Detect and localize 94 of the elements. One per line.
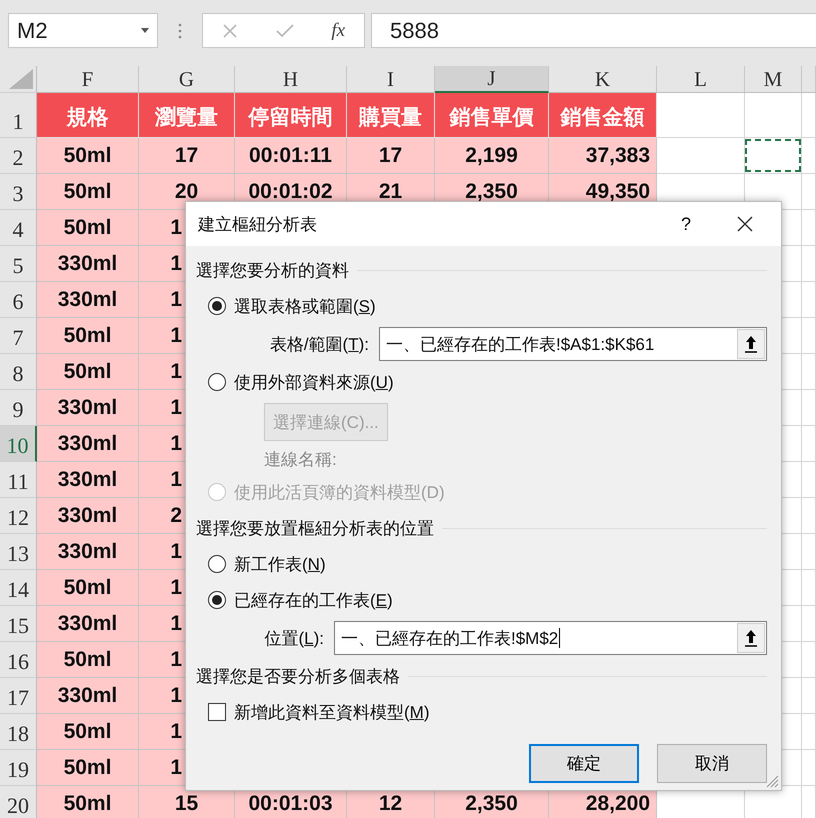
row-header[interactable]: 4 <box>0 210 37 246</box>
row-header[interactable]: 9 <box>0 390 37 426</box>
table-cell: 330ml <box>37 462 139 498</box>
column-title: 購買量 <box>347 93 435 138</box>
row-header[interactable]: 15 <box>0 606 37 642</box>
cancel-button[interactable]: 取消 <box>657 744 767 783</box>
table-cell: 50ml <box>37 750 139 786</box>
table-cell: 2,199 <box>435 138 549 174</box>
table-cell: 17 <box>139 138 235 174</box>
drag-handle-icon[interactable] <box>178 23 182 39</box>
range-field[interactable]: 一、已經存在的工作表!$A$1:$K$61 <box>379 327 767 361</box>
table-cell <box>802 570 816 606</box>
table-cell <box>802 642 816 678</box>
column-title: 規格 <box>37 93 139 138</box>
table-cell: 50ml <box>37 714 139 750</box>
row-header[interactable]: 3 <box>0 174 37 210</box>
ok-button[interactable]: 確定 <box>529 744 639 783</box>
table-cell <box>745 786 802 818</box>
help-button[interactable]: ? <box>680 214 691 234</box>
table-cell: 50ml <box>37 642 139 678</box>
column-title: 銷售金額 <box>549 93 657 138</box>
table-cell <box>802 534 816 570</box>
column-title: 停留時間 <box>235 93 347 138</box>
radio-icon[interactable] <box>208 297 226 315</box>
table-cell <box>802 174 816 210</box>
table-cell <box>802 246 816 282</box>
table-cell: 50ml <box>37 174 139 210</box>
row-header[interactable]: 1 <box>0 93 37 138</box>
row-header[interactable]: 6 <box>0 282 37 318</box>
formula-input[interactable]: 5888 <box>371 13 816 48</box>
table-cell <box>802 786 816 818</box>
name-box[interactable]: M2 <box>8 13 158 48</box>
table-cell: 330ml <box>37 498 139 534</box>
table-cell: 330ml <box>37 678 139 714</box>
row-header[interactable]: 19 <box>0 750 37 786</box>
row-header[interactable]: 18 <box>0 714 37 750</box>
caret-icon <box>141 28 149 33</box>
table-cell <box>802 210 816 246</box>
column-title: 瀏覽量 <box>139 93 235 138</box>
table-cell: 50ml <box>37 354 139 390</box>
column-header[interactable]: J <box>435 66 549 93</box>
column-title: 銷售單價 <box>435 93 549 138</box>
radio-icon[interactable] <box>208 591 226 609</box>
row-header[interactable]: 10 <box>0 426 37 462</box>
insert-function-button[interactable]: fx <box>331 20 346 42</box>
row-header[interactable]: 2 <box>0 138 37 174</box>
checkbox-icon[interactable] <box>208 703 226 721</box>
table-cell: 330ml <box>37 282 139 318</box>
table-cell: 50ml <box>37 318 139 354</box>
collapse-dialog-icon[interactable] <box>737 623 765 653</box>
table-cell <box>802 750 816 786</box>
collapse-dialog-icon[interactable] <box>737 329 765 359</box>
row-header[interactable]: 12 <box>0 498 37 534</box>
table-cell: 330ml <box>37 426 139 462</box>
table-cell: 15 <box>139 786 235 818</box>
close-icon[interactable] <box>737 216 753 232</box>
table-cell: 50ml <box>37 138 139 174</box>
table-cell: 330ml <box>37 246 139 282</box>
row-header[interactable]: 5 <box>0 246 37 282</box>
row-header[interactable]: 14 <box>0 570 37 606</box>
table-cell: 330ml <box>37 390 139 426</box>
table-cell <box>802 498 816 534</box>
table-cell: 330ml <box>37 534 139 570</box>
radio-icon[interactable] <box>208 373 226 391</box>
table-cell <box>802 462 816 498</box>
table-cell: 50ml <box>37 570 139 606</box>
table-cell: 330ml <box>37 606 139 642</box>
table-cell <box>802 390 816 426</box>
table-cell: 17 <box>347 138 435 174</box>
connection-name-label: 連線名稱: <box>264 448 337 470</box>
table-cell: 37,383 <box>549 138 657 174</box>
table-cell: 50ml <box>37 210 139 246</box>
row-header[interactable]: 8 <box>0 354 37 390</box>
table-cell <box>802 678 816 714</box>
table-cell: 00:01:11 <box>235 138 347 174</box>
row-header[interactable]: 17 <box>0 678 37 714</box>
table-cell <box>802 606 816 642</box>
range-field[interactable]: 一、已經存在的工作表!$M$2 <box>334 621 767 655</box>
row-header[interactable]: 11 <box>0 462 37 498</box>
radio-icon[interactable] <box>208 555 226 573</box>
row-header[interactable]: 16 <box>0 642 37 678</box>
row-header[interactable]: 13 <box>0 534 37 570</box>
table-cell <box>802 426 816 462</box>
table-cell <box>802 354 816 390</box>
field-label: 位置(L): <box>264 628 324 650</box>
table-cell <box>802 714 816 750</box>
resize-grip-icon[interactable] <box>765 774 779 788</box>
table-cell <box>802 282 816 318</box>
check-icon[interactable] <box>276 24 294 38</box>
table-cell <box>802 93 816 138</box>
table-cell: 50ml <box>37 786 139 818</box>
field-label: 表格/範圍(T): <box>270 334 369 356</box>
row-header[interactable]: 7 <box>0 318 37 354</box>
table-cell <box>802 318 816 354</box>
